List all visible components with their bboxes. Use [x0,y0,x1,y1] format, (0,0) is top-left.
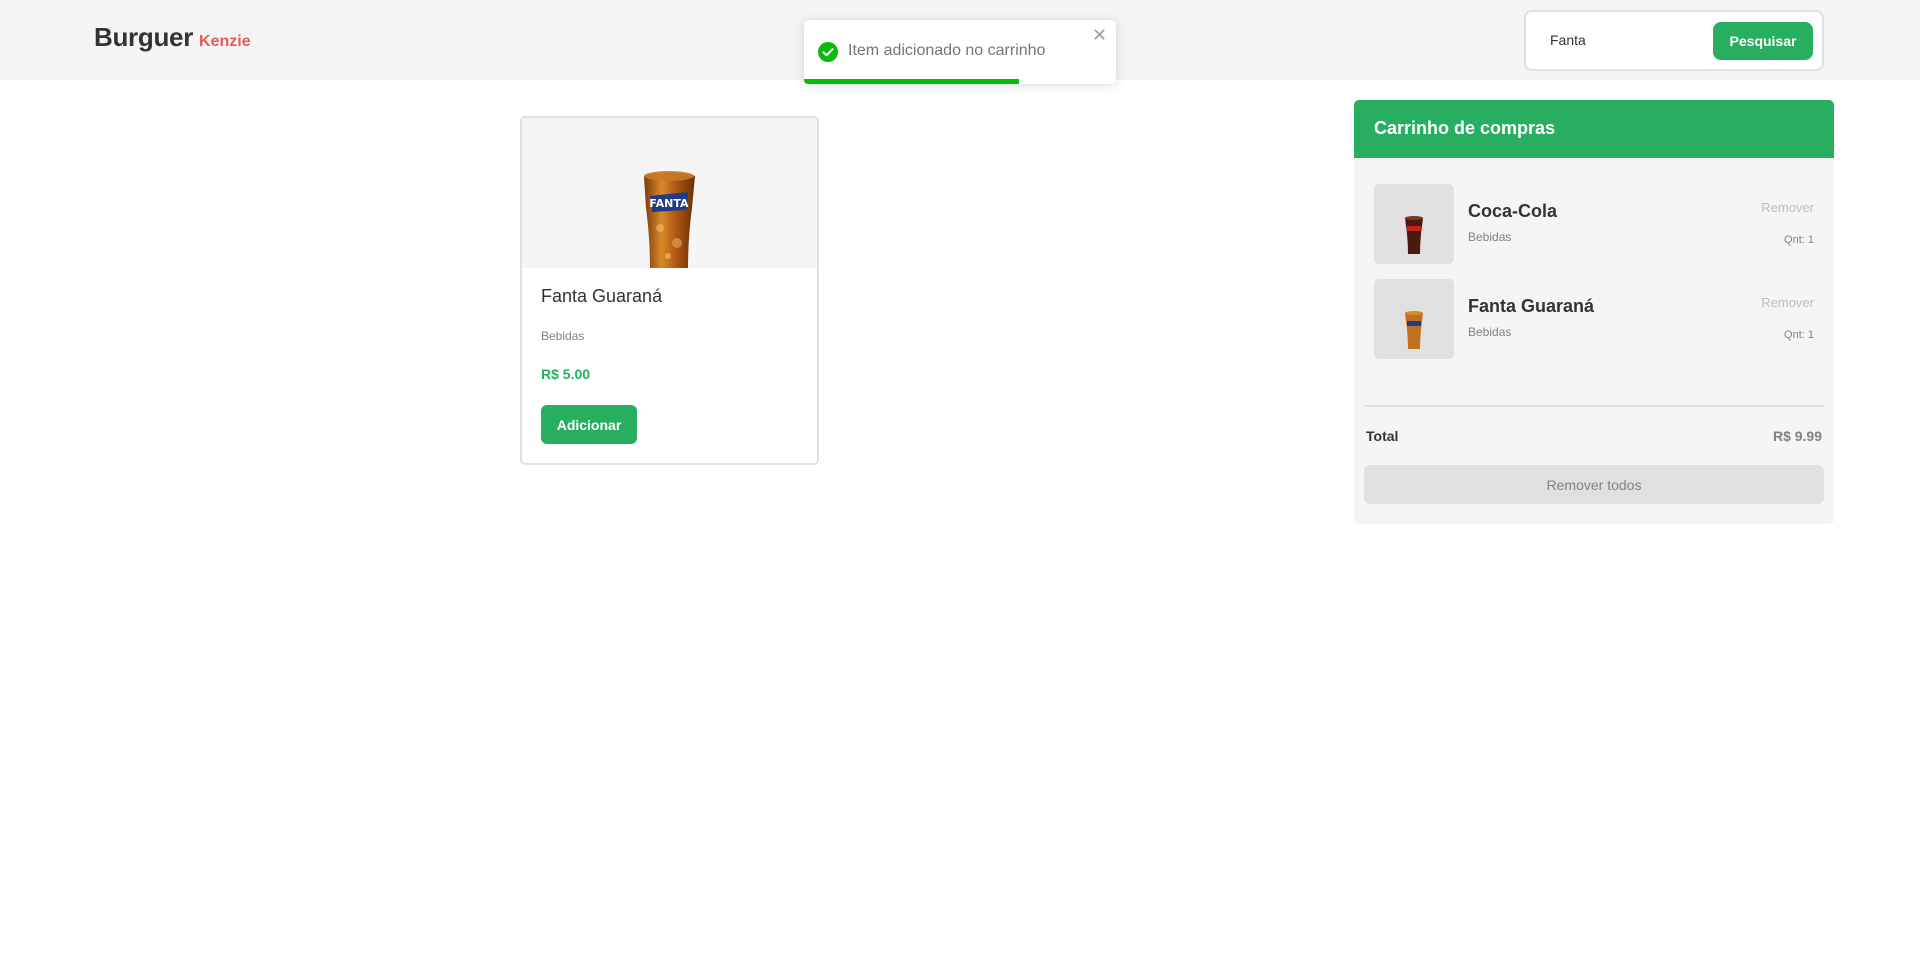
search-box: Pesquisar [1524,10,1824,71]
toast-notification: Item adicionado no carrinho ✕ [804,20,1116,84]
cart-item: Fanta Guaraná Bebidas Remover Qnt: 1 [1374,279,1814,359]
toast-message: Item adicionado no carrinho [848,42,1046,59]
cart-item-image [1374,279,1454,359]
cart-item-name: Coca-Cola [1468,201,1558,221]
cart-header: Carrinho de compras [1354,100,1834,158]
total-label: Total [1366,428,1399,444]
search-button[interactable]: Pesquisar [1713,22,1813,60]
logo-sub-text: Kenzie [199,33,251,50]
cart-item: Coca-Cola Bebidas Remover Qnt: 1 [1374,184,1814,264]
remove-item-button[interactable]: Remover [1761,295,1814,310]
svg-text:FANTA: FANTA [649,197,689,210]
close-icon[interactable]: ✕ [1092,26,1107,44]
cart-divider [1364,405,1824,407]
search-input[interactable] [1550,28,1710,52]
remove-all-button[interactable]: Remover todos [1364,465,1824,504]
fanta-glass-image: FANTA [644,171,695,268]
remove-item-button[interactable]: Remover [1761,200,1814,215]
total-value: R$ 9.99 [1772,428,1822,444]
cart-item-name: Fanta Guaraná [1468,296,1595,316]
coca-cola-glass-image [1405,216,1423,254]
cart-item-quantity: Qnt: 1 [1784,234,1814,246]
product-card: FANTA Fanta Guaraná Bebidas R$ 5.00 Adic… [520,116,819,465]
check-circle-icon [818,42,838,62]
logo-main-text: Burguer [94,22,194,52]
product-name: Fanta Guaraná [541,286,663,306]
product-image: FANTA [522,118,817,268]
fanta-glass-image [1405,311,1423,349]
product-category: Bebidas [541,329,585,343]
add-to-cart-button[interactable]: Adicionar [541,405,637,444]
cart-item-image [1374,184,1454,264]
cart-item-category: Bebidas [1468,230,1512,244]
cart-item-quantity: Qnt: 1 [1784,329,1814,341]
shopping-cart: Carrinho de compras Coca-Cola Bebidas Re… [1354,100,1834,524]
cart-title: Carrinho de compras [1374,118,1556,138]
product-price: R$ 5.00 [541,366,591,382]
cart-item-category: Bebidas [1468,325,1512,339]
logo: Burguer Kenzie [94,22,251,53]
toast-progress-bar [804,79,1020,84]
